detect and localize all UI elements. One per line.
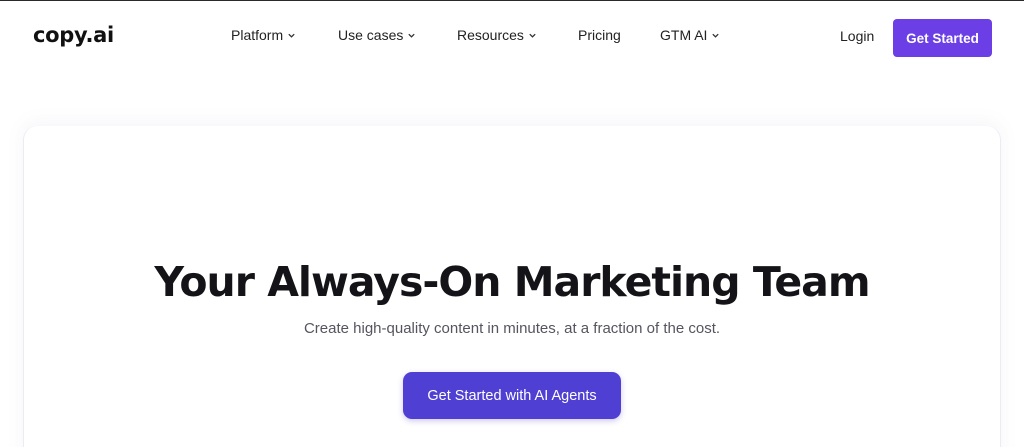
chevron-down-icon [408,33,416,38]
nav-item-label: Use cases [338,27,404,43]
copyai-logo[interactable]: copy.ai [33,23,114,47]
chevron-down-icon [529,33,536,38]
nav-item-gtm-ai[interactable]: GTM AI [660,27,720,43]
login-link[interactable]: Login [840,28,874,44]
nav-item-label: GTM AI [660,27,708,43]
chevron-down-icon [712,33,720,38]
hero-subtitle: Create high-quality content in minutes, … [303,320,721,337]
nav-item-resources[interactable]: Resources [457,27,537,43]
nav-item-label: Platform [231,27,284,43]
nav-item-use-cases[interactable]: Use cases [338,27,416,43]
get-started-ai-agents-button[interactable]: Get Started with AI Agents [403,372,621,419]
nav-item-platform[interactable]: Platform [231,27,296,43]
nav-item-pricing[interactable]: Pricing [578,27,621,43]
site-header: copy.ai Platform Use cases Resources Pri… [0,1,1024,73]
nav-item-label: Pricing [578,27,621,43]
nav-item-label: Resources [457,27,524,43]
chevron-down-icon [288,33,295,38]
hero-title: Your Always-On Marketing Team [154,258,870,306]
get-started-button[interactable]: Get Started [893,19,992,57]
